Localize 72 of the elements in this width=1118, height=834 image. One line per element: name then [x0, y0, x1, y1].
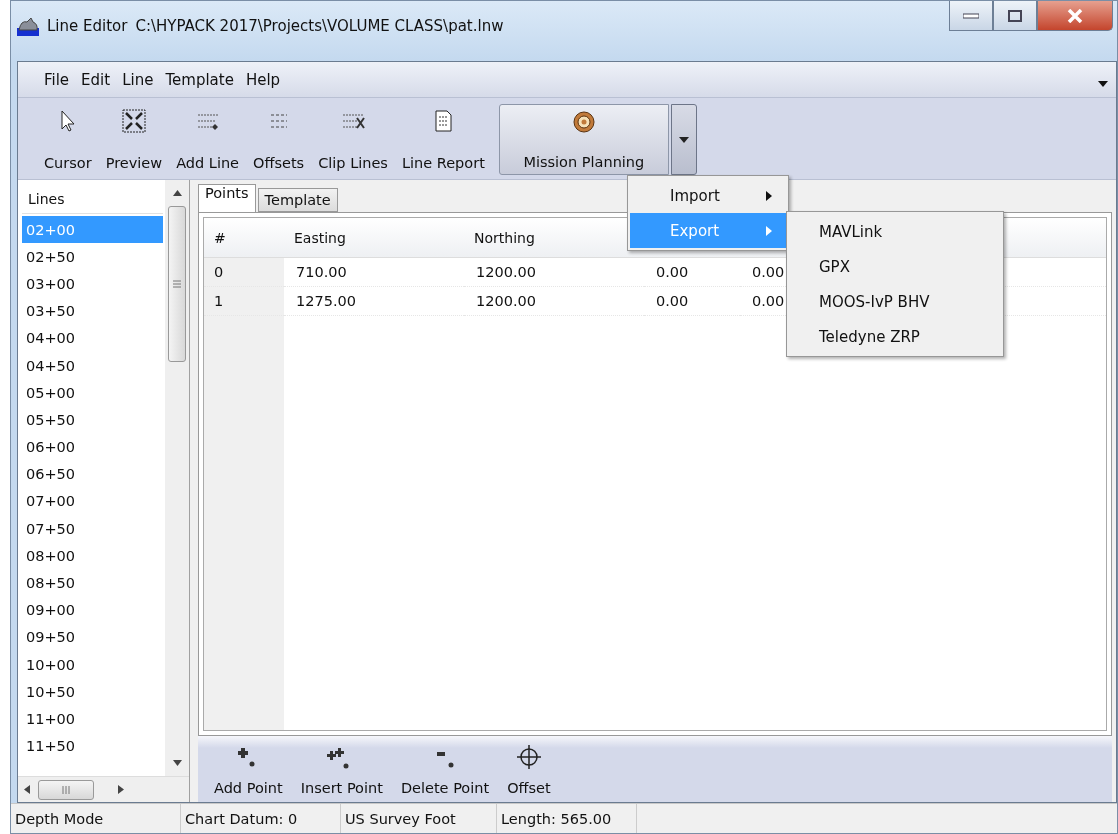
scroll-right-icon[interactable] [118, 785, 124, 794]
toolbar-button[interactable]: Add Point [208, 740, 289, 800]
dropdown-button[interactable] [670, 104, 697, 175]
tab[interactable]: Points [198, 184, 256, 212]
toolbar-button[interactable]: Clip Lines [312, 104, 394, 175]
submenu-arrow-icon [766, 190, 772, 201]
menu-item[interactable]: MOOS-IvP BHV [789, 284, 1001, 319]
minimize-button[interactable] [949, 1, 993, 31]
horizontal-scrollbar[interactable] [18, 776, 189, 802]
station-entry[interactable]: 08+50 [22, 569, 163, 597]
station-entry[interactable]: 08+00 [22, 542, 163, 570]
menu-item[interactable]: Help [241, 68, 285, 91]
file-path: C:\HYPACK 2017\Projects\VOLUME CLASS\pat.lnw [135, 17, 504, 35]
menu-item[interactable]: Line [118, 68, 158, 91]
station-entry[interactable]: 07+50 [22, 515, 163, 543]
status-text: US Survey Foot [341, 804, 497, 833]
app-icon [17, 16, 39, 36]
station-entry[interactable]: 05+50 [22, 406, 163, 434]
station-entry[interactable]: 02+50 [22, 243, 163, 271]
station-entry[interactable]: 10+00 [22, 651, 163, 679]
toolbar-button[interactable]: Offsets [247, 104, 311, 175]
station-entry[interactable]: 11+00 [22, 705, 163, 733]
station-entry[interactable]: 06+00 [22, 433, 163, 461]
station-entry[interactable]: 04+50 [22, 351, 163, 380]
menu-item[interactable]: Import [630, 178, 786, 213]
station-entry[interactable]: 07+00 [22, 487, 163, 516]
wheel-icon [570, 109, 597, 135]
menu-item[interactable]: Edit [77, 68, 115, 91]
scroll-up-icon[interactable] [172, 190, 182, 196]
maximize-icon [1008, 9, 1022, 22]
tab[interactable]: Template [257, 188, 338, 212]
toolbar-button[interactable]: Line Report [395, 104, 491, 175]
toolbar-button[interactable]: Offset [501, 740, 557, 800]
menu-item[interactable]: Teledyne ZRP [789, 319, 1001, 354]
minimize-icon [963, 12, 979, 19]
toolbar-button[interactable]: Preview [99, 104, 169, 175]
station-entry[interactable]: 11+50 [22, 732, 163, 760]
list-header: Lines [22, 184, 163, 214]
close-icon [1067, 8, 1083, 23]
station-entry[interactable]: 10+50 [22, 678, 163, 706]
table-cell: 0 [204, 258, 284, 287]
overflow-caret-icon[interactable] [1098, 81, 1108, 87]
station-entry[interactable]: 04+00 [22, 324, 163, 352]
submenu-arrow-icon [766, 225, 772, 236]
maximize-button[interactable] [993, 1, 1037, 31]
status-text: Chart Datum: 0 [181, 804, 341, 833]
caret-icon [678, 136, 689, 143]
station-entry[interactable]: 09+00 [22, 596, 163, 624]
status-text: Length: 565.00 [497, 804, 637, 833]
toolbar-button[interactable]: Insert Point [294, 740, 389, 800]
table-cell: 1 [204, 287, 284, 316]
toolbar-button[interactable]: Delete Point [394, 740, 496, 800]
menu-item[interactable]: MAVLink [789, 214, 1001, 249]
expand-icon [120, 108, 147, 134]
station-entry[interactable]: 03+50 [22, 297, 163, 325]
status-text: Depth Mode [11, 804, 181, 833]
close-button[interactable] [1037, 1, 1113, 31]
station-entry[interactable]: 09+50 [22, 623, 163, 651]
station-entry[interactable]: 06+50 [22, 460, 163, 488]
grip-icon [173, 280, 181, 288]
grip-icon [61, 785, 71, 794]
scroll-down-icon[interactable] [172, 760, 182, 766]
mission-planning-button[interactable]: Mission Planning [498, 104, 669, 175]
station-entry[interactable]: 05+00 [22, 379, 163, 407]
vertical-scrollbar[interactable] [165, 180, 189, 776]
toolbar-button[interactable]: Cursor [38, 104, 98, 175]
toolbar-button[interactable]: Add Line [170, 104, 246, 175]
menu-item[interactable]: Template [161, 68, 238, 91]
window-title: Line Editor [47, 17, 128, 35]
menu-item[interactable]: File [40, 68, 74, 91]
station-entry[interactable]: 03+00 [22, 270, 163, 298]
scroll-left-icon[interactable] [24, 785, 30, 794]
